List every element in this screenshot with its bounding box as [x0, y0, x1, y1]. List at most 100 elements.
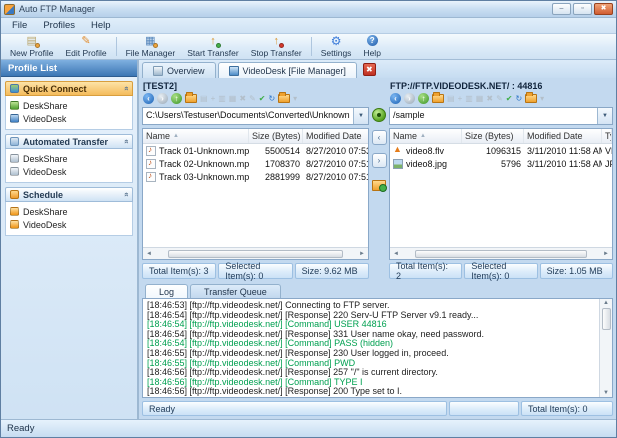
close-button[interactable]: ✖ — [594, 3, 613, 15]
scrollbar-thumb[interactable] — [415, 249, 587, 258]
rename-icon[interactable]: ✎ — [496, 93, 503, 104]
edit-profile-button[interactable]: ✎ Edit Profile — [59, 34, 112, 59]
local-file-grid: Name ▲ Size (Bytes) Modified Date Type T… — [142, 128, 369, 260]
new-file-icon[interactable]: ▤ — [447, 93, 455, 104]
maximize-button[interactable]: ▫ — [573, 3, 592, 15]
delete-icon[interactable]: ✖ — [486, 93, 493, 104]
title-bar: Auto FTP Manager – ▫ ✖ — [1, 1, 616, 18]
scroll-up-icon[interactable]: ▲ — [603, 300, 609, 306]
copy-icon[interactable]: ▥ — [465, 93, 473, 104]
refresh-icon[interactable]: ↻ — [515, 93, 522, 104]
chevron-collapse-icon[interactable]: » — [121, 139, 130, 143]
automated-transfer-header[interactable]: Automated Transfer » — [5, 134, 133, 149]
menu-help[interactable]: Help — [83, 19, 119, 32]
file-row[interactable]: Track 03-Unknown.mp3 2881999 8/27/2010 0… — [143, 170, 368, 183]
new-file-icon[interactable]: ▤ — [200, 93, 208, 104]
file-row[interactable]: Track 02-Unknown.mp3 1708370 8/27/2010 0… — [143, 157, 368, 170]
file-row[interactable]: Track 01-Unknown.mp3 5500514 8/27/2010 0… — [143, 144, 368, 157]
back-icon[interactable]: ‹ — [390, 93, 401, 104]
close-tab-button[interactable]: ✖ — [362, 63, 376, 76]
forward-icon[interactable]: › — [404, 93, 415, 104]
combo-dropdown-icon[interactable]: ▼ — [597, 108, 612, 124]
tab-log[interactable]: Log — [145, 284, 189, 298]
transfer-to-local-button[interactable]: ‹ — [371, 130, 387, 145]
folder-view-icon[interactable] — [278, 92, 291, 103]
up-folder-icon[interactable]: ↑ — [171, 93, 182, 104]
menu-file[interactable]: File — [4, 19, 35, 32]
sidebar-item-deskshare[interactable]: DeskShare — [10, 99, 128, 112]
minimize-button[interactable]: – — [552, 3, 571, 15]
scroll-right-icon[interactable]: ► — [601, 251, 611, 257]
profile-icon — [10, 154, 19, 163]
paste-icon[interactable]: ▦ — [476, 93, 484, 104]
column-header-modified[interactable]: Modified Date — [524, 129, 602, 143]
column-header-type[interactable]: Type — [602, 129, 612, 143]
connection-status-icon[interactable] — [372, 108, 386, 122]
audio-file-icon — [146, 158, 156, 169]
sidebar-item-videodesk[interactable]: VideoDesk — [10, 112, 128, 125]
scrollbar-thumb[interactable] — [168, 249, 343, 258]
column-header-modified[interactable]: Modified Date — [303, 129, 368, 143]
remote-path-combobox[interactable]: /sample ▼ — [389, 107, 613, 125]
refresh-icon[interactable]: ↻ — [268, 93, 275, 104]
folder-view-icon[interactable] — [525, 92, 538, 103]
transfer-to-remote-button[interactable]: › — [371, 153, 387, 168]
sidebar-item-deskshare[interactable]: DeskShare — [10, 152, 128, 165]
log-ready-chip: Ready — [142, 401, 447, 416]
scroll-right-icon[interactable]: ► — [357, 251, 367, 257]
sort-asc-icon: ▲ — [173, 133, 179, 139]
start-transfer-button[interactable]: ↑ Start Transfer — [181, 34, 245, 59]
delete-icon[interactable]: ✖ — [239, 93, 246, 104]
paste-icon[interactable]: ▦ — [229, 93, 237, 104]
chevron-collapse-icon[interactable]: » — [121, 86, 130, 90]
vertical-scrollbar[interactable]: ▲ ▼ — [599, 299, 612, 397]
new-profile-button[interactable]: ▤ New Profile — [4, 34, 59, 59]
column-header-size[interactable]: Size (Bytes) — [462, 129, 524, 143]
add-icon[interactable]: + — [211, 93, 216, 104]
tab-overview[interactable]: Overview — [142, 62, 216, 78]
forward-icon[interactable]: › — [157, 93, 168, 104]
file-row[interactable]: video8.jpg 5796 3/11/2010 11:58 AM JPEG … — [390, 157, 612, 170]
menu-bar: File Profiles Help — [1, 18, 616, 34]
sync-folders-icon[interactable] — [372, 180, 387, 192]
scroll-left-icon[interactable]: ◄ — [144, 251, 154, 257]
rename-icon[interactable]: ✎ — [249, 93, 256, 104]
schedule-icon — [10, 190, 19, 199]
sidebar-item-deskshare[interactable]: DeskShare — [10, 205, 128, 218]
open-folder-icon[interactable] — [432, 92, 444, 103]
select-icon[interactable]: ✔ — [259, 93, 266, 104]
menu-profiles[interactable]: Profiles — [35, 19, 83, 32]
up-folder-icon[interactable]: ↑ — [418, 93, 429, 104]
file-row[interactable]: video8.flv 1096315 3/11/2010 11:58 AM VL… — [390, 144, 612, 157]
folder-view-menu-icon[interactable]: ▾ — [293, 93, 297, 104]
column-header-name[interactable]: Name ▲ — [143, 129, 249, 143]
add-icon[interactable]: + — [458, 93, 463, 104]
settings-button[interactable]: ⚙ Settings — [315, 34, 358, 59]
tab-transfer-queue[interactable]: Transfer Queue — [190, 284, 281, 298]
sidebar-item-videodesk[interactable]: VideoDesk — [10, 165, 128, 178]
stop-transfer-button[interactable]: ↑ Stop Transfer — [245, 34, 308, 59]
log-output: [18:46:53] [ftp://ftp.videodesk.net/] Co… — [143, 299, 599, 397]
sidebar-item-videodesk[interactable]: VideoDesk — [10, 218, 128, 231]
column-header-size[interactable]: Size (Bytes) — [249, 129, 303, 143]
horizontal-scrollbar[interactable]: ◄ ► — [143, 247, 368, 259]
horizontal-scrollbar[interactable]: ◄ ► — [390, 247, 612, 259]
back-icon[interactable]: ‹ — [143, 93, 154, 104]
tab-file-manager[interactable]: VideoDesk [File Manager] — [217, 62, 357, 78]
copy-icon[interactable]: ▥ — [218, 93, 226, 104]
scrollbar-thumb[interactable] — [601, 308, 611, 330]
quick-connect-header[interactable]: Quick Connect » — [5, 81, 133, 96]
chevron-collapse-icon[interactable]: » — [121, 192, 130, 196]
open-folder-icon[interactable] — [185, 92, 197, 103]
scroll-down-icon[interactable]: ▼ — [603, 390, 609, 396]
profile-icon — [10, 207, 19, 216]
file-manager-button[interactable]: ▦ File Manager — [120, 34, 182, 59]
local-path-combobox[interactable]: C:\Users\Testuser\Documents\Converted\Un… — [142, 107, 369, 125]
schedule-header[interactable]: Schedule » — [5, 187, 133, 202]
scroll-left-icon[interactable]: ◄ — [391, 251, 401, 257]
select-icon[interactable]: ✔ — [506, 93, 513, 104]
help-button[interactable]: ? Help — [357, 34, 386, 59]
column-header-name[interactable]: Name ▲ — [390, 129, 462, 143]
folder-view-menu-icon[interactable]: ▾ — [540, 93, 544, 104]
combo-dropdown-icon[interactable]: ▼ — [353, 108, 368, 124]
